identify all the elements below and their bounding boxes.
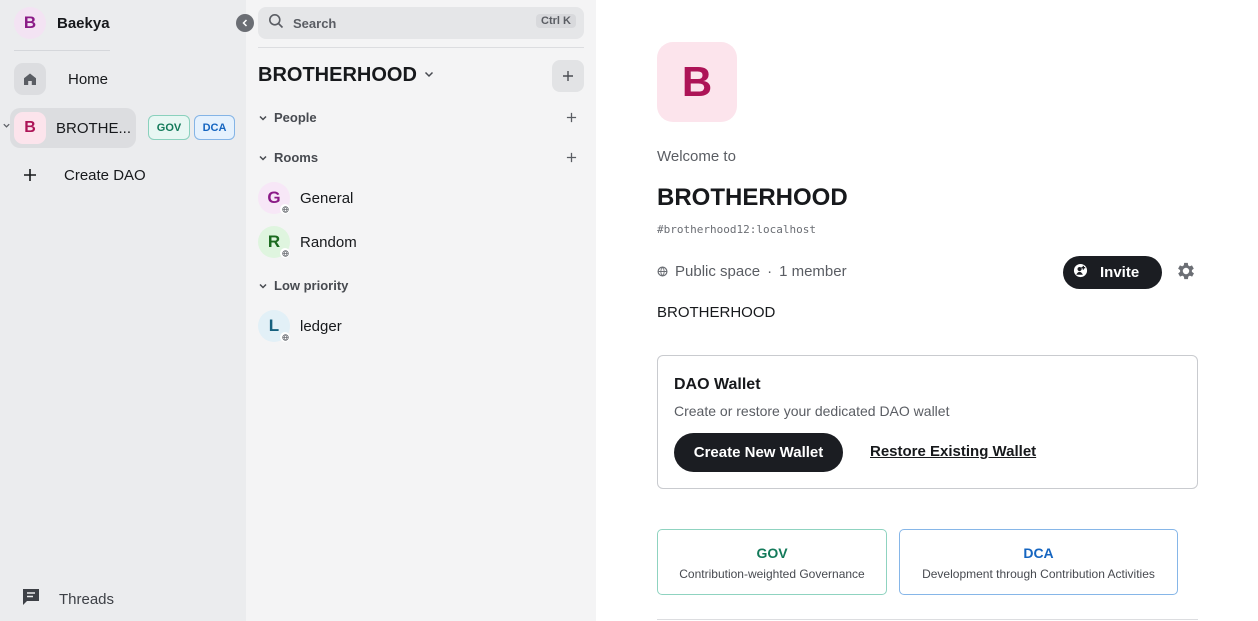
- create-dao-button[interactable]: Create DAO: [14, 159, 146, 191]
- space-avatar: B: [14, 112, 46, 144]
- dca-card-description: Development through Contribution Activit…: [922, 567, 1155, 581]
- gov-card-description: Contribution-weighted Governance: [679, 567, 865, 581]
- divider: [657, 619, 1198, 620]
- restore-wallet-link[interactable]: Restore Existing Wallet: [870, 443, 1036, 460]
- member-count[interactable]: 1 member: [779, 263, 847, 280]
- visibility-label: Public space: [675, 263, 761, 280]
- room-name: General: [300, 189, 354, 207]
- space-title: BROTHERHOOD: [258, 64, 417, 86]
- add-button[interactable]: [552, 60, 584, 92]
- gov-card-title: GOV: [756, 545, 788, 561]
- nav-threads[interactable]: Threads: [20, 586, 114, 613]
- page-title: BROTHERHOOD: [657, 184, 848, 211]
- room-name: ledger: [300, 317, 342, 335]
- nav-space-brotherhood[interactable]: B BROTHE...: [3, 108, 136, 148]
- chevron-down-icon: [258, 153, 270, 163]
- dca-card-title: DCA: [1023, 545, 1054, 561]
- space-home: B Welcome to BROTHERHOOD #brotherhood12:…: [596, 0, 1258, 621]
- space-label: BROTHE...: [56, 119, 132, 137]
- section-low-priority[interactable]: Low priority: [258, 278, 348, 293]
- space-meta: Public space · 1 member: [657, 263, 847, 280]
- threads-icon: [20, 586, 42, 613]
- chevron-down-icon[interactable]: [2, 121, 11, 132]
- section-label: People: [274, 110, 317, 125]
- chevron-down-icon: [423, 67, 435, 85]
- wallet-title: DAO Wallet: [674, 376, 761, 393]
- room-avatar: L: [258, 310, 290, 342]
- nav-home[interactable]: Home: [14, 63, 108, 95]
- section-label: Low priority: [274, 278, 349, 293]
- user-divider: [14, 50, 110, 51]
- add-people-button[interactable]: [566, 110, 577, 126]
- section-label: Rooms: [274, 150, 319, 165]
- settings-button[interactable]: [1174, 261, 1198, 285]
- threads-label: Threads: [59, 591, 115, 608]
- home-icon: [14, 63, 46, 95]
- search-input[interactable]: Search Ctrl K: [258, 7, 584, 39]
- space-alias: #brotherhood12:localhost: [657, 223, 816, 236]
- section-rooms[interactable]: Rooms: [258, 150, 318, 165]
- globe-icon: [280, 248, 290, 258]
- dca-badge[interactable]: DCA: [194, 115, 235, 140]
- search-shortcut: Ctrl K: [536, 14, 576, 28]
- user-avatar: B: [14, 7, 46, 39]
- plus-icon: [14, 159, 46, 191]
- chevron-down-icon: [258, 281, 270, 291]
- collapse-sidebar-button[interactable]: [236, 14, 254, 32]
- globe-icon: [280, 204, 290, 214]
- room-list-panel: Search Ctrl K BROTHERHOOD People Rooms G: [246, 0, 596, 621]
- space-menu[interactable]: BROTHERHOOD: [258, 64, 435, 87]
- search-icon: [268, 13, 284, 34]
- search-placeholder: Search: [293, 15, 337, 31]
- invite-button[interactable]: Invite: [1063, 256, 1162, 289]
- invite-label: Invite: [1100, 264, 1140, 281]
- add-room-button[interactable]: [566, 150, 577, 166]
- chevron-down-icon: [258, 113, 270, 123]
- globe-icon: [280, 332, 290, 342]
- room-name: Random: [300, 233, 357, 251]
- user-menu[interactable]: B Baekya: [14, 7, 110, 39]
- invite-user-icon: [1073, 263, 1088, 283]
- create-wallet-button[interactable]: Create New Wallet: [674, 433, 843, 472]
- gov-card[interactable]: GOV Contribution-weighted Governance: [657, 529, 887, 595]
- gear-icon: [1175, 260, 1197, 287]
- space-topic: BROTHERHOOD: [657, 304, 776, 321]
- room-item-ledger[interactable]: L ledger: [258, 310, 342, 342]
- space-panel: B Baekya Home B BROTHE... GOV DCA Create…: [0, 0, 246, 621]
- space-avatar-large: B: [657, 42, 737, 122]
- room-avatar: R: [258, 226, 290, 258]
- section-people[interactable]: People: [258, 110, 317, 125]
- welcome-text: Welcome to: [657, 148, 736, 165]
- home-label: Home: [68, 70, 109, 88]
- dao-wallet-card: DAO Wallet Create or restore your dedica…: [657, 355, 1198, 489]
- user-name: Baekya: [57, 14, 110, 32]
- globe-icon: [657, 266, 668, 277]
- dca-card[interactable]: DCA Development through Contribution Act…: [899, 529, 1178, 595]
- wallet-description: Create or restore your dedicated DAO wal…: [674, 403, 950, 419]
- create-dao-label: Create DAO: [64, 166, 146, 184]
- room-avatar: G: [258, 182, 290, 214]
- room-list-divider: [258, 47, 584, 48]
- room-item-general[interactable]: G General: [258, 182, 353, 214]
- meta-separator: ·: [767, 263, 773, 280]
- room-item-random[interactable]: R Random: [258, 226, 357, 258]
- gov-badge[interactable]: GOV: [148, 115, 190, 140]
